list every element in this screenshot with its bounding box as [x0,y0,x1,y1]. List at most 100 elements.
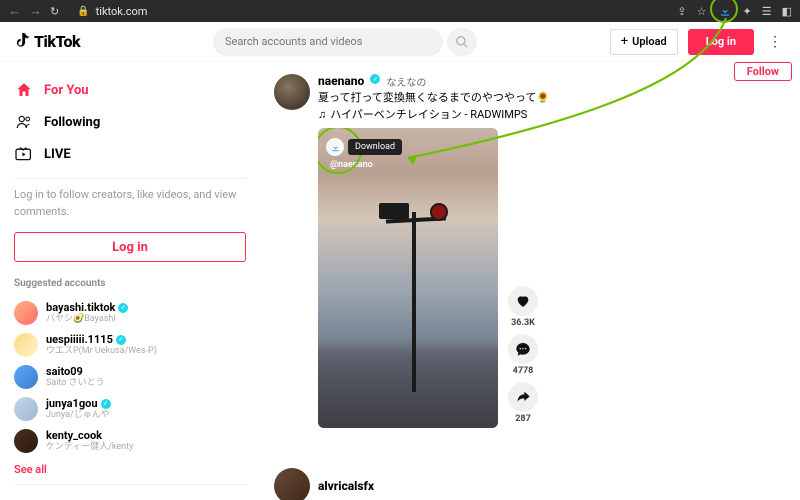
nav-label: Following [44,115,100,130]
tiktok-logo-icon [14,33,30,51]
nav-following[interactable]: Following [14,106,246,138]
comment-action[interactable]: 4778 [508,334,538,376]
annotation-circle [710,0,738,23]
upload-button[interactable]: + Upload [610,29,678,55]
search-icon [455,35,469,49]
feed: Follow naenano ✓ なえなの 夏って打って変換無くなるまでのやつや… [260,62,800,500]
share-icon [508,382,538,412]
star-icon[interactable]: ☆ [697,5,707,18]
account-username: kenty_cook [46,429,102,442]
verified-icon: ✓ [118,303,128,313]
nav-for-you[interactable]: For You [14,74,246,106]
chrome-toolbar-icons: ⇪ ☆ ✦ ☰ ◧ [677,3,792,19]
comment-icon [508,334,538,364]
download-tooltip: Download [348,139,402,155]
download-icon[interactable] [326,138,344,156]
suggested-account[interactable]: kenty_cook ケンティー健人/kenty [14,425,246,457]
post: alvricalsfx [274,468,786,500]
url-text: tiktok.com [96,5,148,18]
avatar [14,333,38,357]
people-icon [14,112,34,132]
puzzle-icon[interactable]: ✦ [743,5,752,18]
browser-chrome: ← → ↻ 🔒 tiktok.com ⇪ ☆ ✦ ☰ ◧ [0,0,800,22]
nav-label: For You [44,83,89,98]
share-icon[interactable]: ⇪ [677,5,686,18]
download-extension-icon[interactable] [717,3,733,19]
divider [14,484,246,485]
post-display-name: なえなの [386,74,426,89]
live-icon [14,144,34,164]
music-icon: ♫ [318,108,326,121]
search-box[interactable] [213,28,443,56]
divider [14,178,246,179]
reload-icon[interactable]: ↻ [50,5,59,18]
window-icon[interactable]: ◧ [782,5,792,18]
avatar [14,397,38,421]
suggested-account[interactable]: saito09 Saito さいとう [14,361,246,393]
comment-count: 4778 [513,366,534,376]
download-overlay[interactable]: Download [326,138,402,156]
post-username[interactable]: naenano [318,74,364,88]
video-bg [430,203,448,221]
home-icon [14,80,34,100]
post-avatar[interactable] [274,468,310,500]
share-count: 287 [515,414,531,424]
url-bar[interactable]: 🔒 tiktok.com [67,5,669,18]
account-username: uespiiiii.1115 [46,333,113,346]
tiktok-logo[interactable]: TikTok [14,32,80,51]
avatar [14,301,38,325]
video-bg [412,212,416,392]
share-action[interactable]: 287 [508,382,538,424]
account-sub: バヤシ🥑Bayashi [46,314,128,325]
verified-icon: ✓ [370,74,380,84]
avatar [14,365,38,389]
video-bg [379,203,409,219]
account-icon[interactable]: ☰ [762,5,772,18]
video-player[interactable]: Download @naenano [318,128,498,428]
more-menu-icon[interactable]: ⋮ [764,34,786,50]
account-username: saito09 [46,365,83,378]
suggested-heading: Suggested accounts [14,278,246,289]
post-avatar[interactable] [274,74,310,110]
account-username: junya1gou [46,397,98,410]
suggested-account[interactable]: junya1gou✓ Junya/じゅんや [14,393,246,425]
post-username[interactable]: alvricalsfx [318,479,374,493]
search-input[interactable] [225,35,431,48]
nav-live[interactable]: LIVE [14,138,246,170]
upload-label: Upload [632,35,667,48]
account-username: bayashi.tiktok [46,301,115,314]
account-sub: Saito さいとう [46,378,105,389]
heart-icon [508,286,538,316]
lock-icon: 🔒 [77,6,89,17]
brand-text: TikTok [34,32,80,51]
login-label: Log in [706,35,736,48]
post-actions: 36.3K 4778 287 [508,286,538,428]
post: naenano ✓ なえなの 夏って打って変換無くなるまでのやつやって🌻 ♫ ハ… [274,74,786,428]
plus-icon: + [621,34,628,49]
nav-label: LIVE [44,147,71,162]
sidebar: For You Following LIVE Log in to follow … [0,62,260,500]
sidebar-login-label: Log in [112,240,148,255]
login-button[interactable]: Log in [688,29,754,55]
forward-icon[interactable]: → [29,3,42,19]
back-icon[interactable]: ← [8,3,21,19]
see-all-link[interactable]: See all [14,463,246,476]
tiktok-header: TikTok + Upload Log in ⋮ [0,22,800,62]
post-music[interactable]: ♫ ハイパーベンチレイション - RADWIMPS [318,106,786,122]
login-message: Log in to follow creators, like videos, … [14,187,246,220]
post-caption: 夏って打って変換無くなるまでのやつやって🌻 [318,90,786,105]
verified-icon: ✓ [116,335,126,345]
avatar [14,429,38,453]
like-action[interactable]: 36.3K [508,286,538,328]
sidebar-login-button[interactable]: Log in [14,232,246,262]
video-bg [318,338,498,428]
music-text: ハイパーベンチレイション - RADWIMPS [330,106,527,122]
account-sub: Junya/じゅんや [46,410,111,421]
account-sub: ウエスP(Mr Uekusa/Wes-P) [46,346,157,357]
verified-icon: ✓ [101,399,111,409]
account-sub: ケンティー健人/kenty [46,442,133,453]
search-button[interactable] [447,28,477,56]
suggested-account[interactable]: uespiiiii.1115✓ ウエスP(Mr Uekusa/Wes-P) [14,329,246,361]
suggested-account[interactable]: bayashi.tiktok✓ バヤシ🥑Bayashi [14,297,246,329]
like-count: 36.3K [511,318,535,328]
